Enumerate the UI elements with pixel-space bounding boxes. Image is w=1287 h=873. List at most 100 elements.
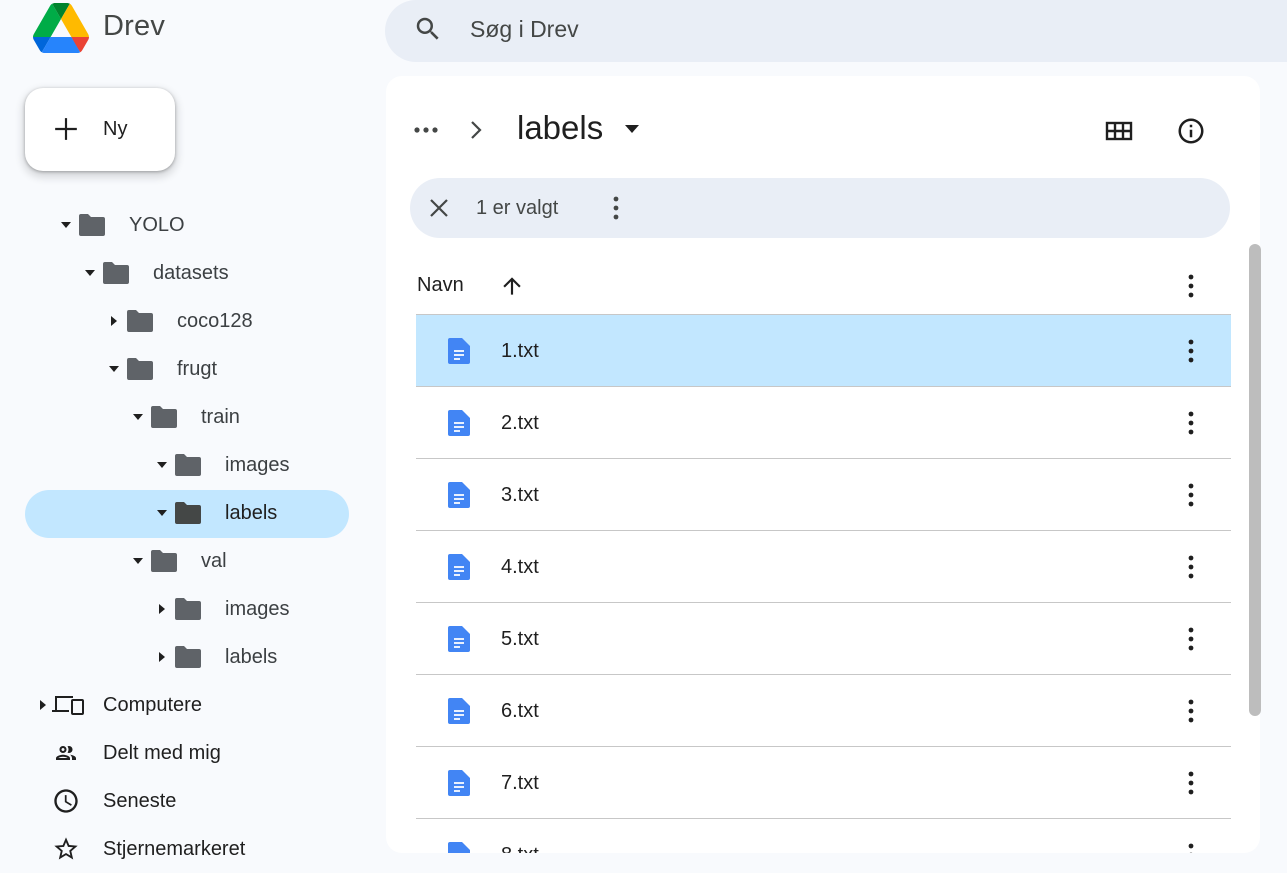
grid-view-icon[interactable] — [1102, 116, 1136, 146]
caret-right-icon[interactable] — [155, 602, 169, 616]
caret-down-icon[interactable] — [131, 410, 145, 424]
folder-icon — [151, 406, 177, 428]
more-vertical-icon[interactable] — [1181, 625, 1201, 653]
tree-item-label: images — [225, 598, 289, 621]
tree-item-label: labels — [225, 646, 277, 669]
tree-item-label: datasets — [153, 262, 229, 285]
shared-people-icon — [51, 741, 81, 765]
tree-item-label: labels — [225, 502, 277, 525]
more-vertical-icon[interactable] — [1181, 272, 1201, 300]
file-row[interactable]: 5.txt — [416, 603, 1231, 675]
more-vertical-icon[interactable] — [1181, 481, 1201, 509]
text-document-icon — [448, 698, 470, 724]
text-document-icon — [448, 482, 470, 508]
new-button-label: Ny — [103, 118, 127, 141]
text-document-icon — [448, 554, 470, 580]
dropdown-arrow-icon[interactable] — [622, 122, 642, 136]
caret-down-icon[interactable] — [107, 362, 121, 376]
caret-right-icon[interactable] — [40, 700, 46, 710]
tree-item-val[interactable]: val — [131, 537, 227, 585]
clock-icon — [52, 787, 80, 815]
file-row[interactable]: 7.txt — [416, 747, 1231, 819]
tree-item-frugt[interactable]: frugt — [107, 345, 217, 393]
nav-label: Computere — [103, 694, 202, 717]
tree-item-label: coco128 — [177, 310, 253, 333]
selection-count: 1 er valgt — [476, 197, 558, 220]
plus-icon — [53, 116, 79, 142]
more-vertical-icon[interactable] — [1181, 409, 1201, 437]
search-bar[interactable]: Søg i Drev — [385, 0, 1287, 62]
folder-icon — [175, 502, 201, 524]
tree-item-label: train — [201, 406, 240, 429]
more-vertical-icon[interactable] — [1181, 553, 1201, 581]
caret-down-icon[interactable] — [59, 218, 73, 232]
caret-down-icon[interactable] — [155, 458, 169, 472]
page-title[interactable]: labels — [517, 109, 603, 147]
text-document-icon — [448, 770, 470, 796]
tree-item-datasets[interactable]: datasets — [83, 249, 229, 297]
tree-item-label: val — [201, 550, 227, 573]
folder-icon — [175, 646, 201, 668]
more-vertical-icon[interactable] — [1181, 697, 1201, 725]
more-vertical-icon[interactable] — [1181, 337, 1201, 365]
tree-item-coco128[interactable]: coco128 — [107, 297, 253, 345]
more-horizontal-icon[interactable] — [412, 116, 440, 144]
text-document-icon — [448, 842, 470, 853]
close-icon[interactable] — [428, 197, 450, 219]
search-input[interactable]: Søg i Drev — [470, 16, 579, 43]
nav-label: Stjernemarkeret — [103, 838, 245, 861]
caret-right-icon[interactable] — [155, 650, 169, 664]
more-vertical-icon[interactable] — [1181, 769, 1201, 797]
tree-item-label: frugt — [177, 358, 217, 381]
app-name: Drev — [103, 10, 165, 43]
caret-down-icon[interactable] — [131, 554, 145, 568]
text-document-icon — [448, 410, 470, 436]
tree-item-val-images[interactable]: images — [155, 585, 289, 633]
new-button[interactable]: Ny — [25, 88, 175, 171]
folder-icon — [103, 262, 129, 284]
text-document-icon — [448, 626, 470, 652]
star-icon — [52, 835, 80, 863]
search-icon[interactable] — [413, 14, 443, 44]
info-icon[interactable] — [1176, 116, 1206, 146]
caret-right-icon[interactable] — [107, 314, 121, 328]
file-name: 6.txt — [501, 700, 539, 723]
nav-label: Delt med mig — [103, 742, 221, 765]
scrollbar-thumb[interactable] — [1249, 244, 1261, 716]
folder-icon — [175, 598, 201, 620]
main-panel: labels 1 er valgt Navn 1.txt 2.txt — [386, 76, 1260, 853]
file-row[interactable]: 4.txt — [416, 531, 1231, 603]
folder-icon — [127, 310, 153, 332]
file-row[interactable]: 1.txt — [416, 315, 1231, 387]
file-row[interactable]: 6.txt — [416, 675, 1231, 747]
file-row[interactable]: 3.txt — [416, 459, 1231, 531]
tree-item-val-labels[interactable]: labels — [155, 633, 277, 681]
tree-item-train-images[interactable]: images — [155, 441, 289, 489]
folder-icon — [151, 550, 177, 572]
file-row[interactable]: 2.txt — [416, 387, 1231, 459]
tree-item-train[interactable]: train — [131, 393, 240, 441]
file-name: 2.txt — [501, 412, 539, 435]
file-name: 7.txt — [501, 772, 539, 795]
more-vertical-icon[interactable] — [1181, 841, 1201, 853]
folder-icon — [127, 358, 153, 380]
caret-down-icon[interactable] — [155, 506, 169, 520]
file-name: 1.txt — [501, 340, 539, 363]
file-name: 3.txt — [501, 484, 539, 507]
caret-down-icon[interactable] — [83, 266, 97, 280]
file-name: 8.txt — [501, 844, 539, 853]
arrow-up-icon[interactable] — [499, 273, 525, 299]
chevron-right-icon — [466, 116, 486, 144]
more-vertical-icon[interactable] — [606, 194, 626, 222]
file-row[interactable]: 8.txt — [416, 819, 1231, 853]
selection-toolbar: 1 er valgt — [410, 178, 1230, 238]
column-header-name[interactable]: Navn — [417, 274, 464, 297]
file-name: 4.txt — [501, 556, 539, 579]
computers-icon — [52, 694, 84, 716]
text-document-icon — [448, 338, 470, 364]
folder-icon — [79, 214, 105, 236]
tree-item-yolo[interactable]: YOLO — [59, 201, 185, 249]
tree-item-train-labels[interactable]: labels — [155, 489, 277, 537]
tree-item-label: images — [225, 454, 289, 477]
folder-icon — [175, 454, 201, 476]
